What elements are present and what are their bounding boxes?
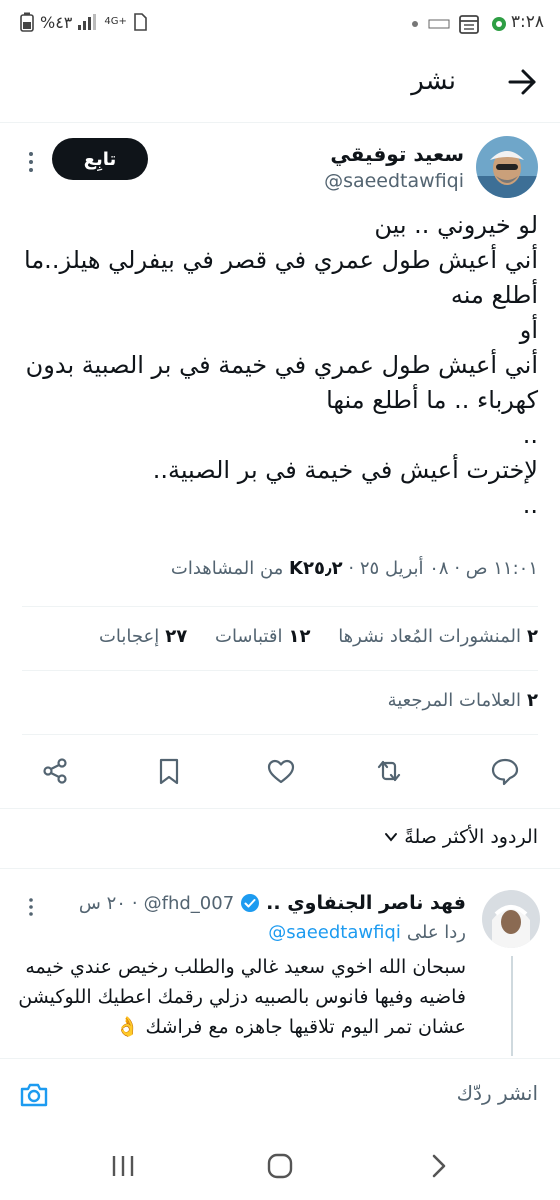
status-right-icons: [410, 13, 510, 35]
tweet-timestamp[interactable]: ١١:٠١ ص · ٠٨ أبريل ٢٥: [360, 558, 538, 579]
reply-text: سبحان الله اخوي سعيد غالي والطلب رخيص عن…: [18, 956, 466, 1038]
meta-divider: [22, 606, 538, 607]
replying-to-handle[interactable]: @saeedtawfiqi: [268, 922, 401, 943]
bookmarks-stat[interactable]: ٢ العلامات المرجعية: [18, 690, 538, 711]
back-nav-icon[interactable]: [424, 1152, 452, 1180]
verified-badge-icon: [241, 894, 260, 912]
engagement-stats: ٢ المنشورات المُعاد نشرها ١٢اقتباسات ٢٧إع…: [18, 626, 538, 647]
status-time: ٣:٢٨: [510, 12, 544, 32]
recent-apps-icon[interactable]: [108, 1152, 138, 1180]
reposts-stat[interactable]: ٢ المنشورات المُعاد نشرها: [338, 626, 538, 647]
page-title: نشر: [411, 66, 456, 96]
actions-divider: [0, 808, 560, 809]
retweet-icon[interactable]: [374, 756, 404, 786]
likes-stat[interactable]: ٢٧إعجابات: [99, 626, 187, 647]
meta-separator: ·: [348, 558, 355, 579]
reply-avatar[interactable]: [482, 890, 540, 948]
follow-button[interactable]: تابِع: [52, 138, 148, 180]
status-left-group: %٤٣ 4G+: [20, 12, 147, 32]
signal-icon: [78, 14, 97, 30]
reply-time: ٢٠ س: [78, 892, 126, 914]
author-handle[interactable]: @saeedtawfiqi: [324, 170, 464, 192]
more-options-icon[interactable]: [24, 150, 38, 174]
author-avatar-image: [476, 136, 538, 198]
replying-to-label: ردا على: [406, 922, 466, 943]
tweet-text: لو خيروني .. بين أني أعيش طول عمري في قص…: [24, 211, 538, 519]
quotes-count: ١٢: [288, 626, 311, 647]
bookmarks-divider: [22, 734, 538, 735]
views-count: K٢٥٫٢: [289, 558, 343, 579]
author-avatar[interactable]: [476, 136, 538, 198]
bookmarks-label: العلامات المرجعية: [387, 690, 521, 711]
likes-count: ٢٧: [165, 626, 188, 647]
battery-icon: [20, 12, 34, 32]
compose-reply-bar: انشر ردّك: [0, 1058, 560, 1130]
bookmark-icon[interactable]: [154, 756, 184, 786]
header-divider: [0, 122, 560, 123]
sar-icon: [428, 19, 450, 29]
views-label: من المشاهدات: [170, 558, 284, 579]
camera-icon[interactable]: [18, 1079, 50, 1111]
reply-author-handle[interactable]: @fhd_007: [144, 893, 235, 914]
chevron-down-icon: [385, 833, 398, 842]
back-arrow-icon[interactable]: [504, 64, 540, 100]
quotes-label: اقتباسات: [215, 626, 283, 647]
system-navigation-bar: [0, 1130, 560, 1200]
reply-icon[interactable]: [490, 756, 520, 786]
reply-header: فهد ناصر الجنفاوي .. @fhd_007 · ٢٠ س: [79, 892, 466, 914]
notification-dot-icon: [412, 21, 418, 27]
home-icon[interactable]: [266, 1152, 294, 1180]
like-icon[interactable]: [266, 756, 296, 786]
reposts-label: المنشورات المُعاد نشرها: [338, 626, 521, 647]
reply-author-name[interactable]: فهد ناصر الجنفاوي ..: [266, 892, 466, 914]
compose-reply-input[interactable]: انشر ردّك: [457, 1081, 538, 1105]
replies-divider: [0, 868, 560, 869]
sim-icon: [134, 13, 147, 31]
reply-dot-separator: ·: [131, 892, 138, 914]
likes-label: إعجابات: [98, 626, 160, 647]
status-bar: %٤٣ 4G+ ٣:٢٨: [0, 0, 560, 50]
reposts-count: ٢: [527, 626, 538, 647]
share-icon[interactable]: [40, 756, 70, 786]
network-type: 4G+: [104, 16, 127, 27]
thread-line: [511, 956, 513, 1056]
replies-sort-label: الردود الأكثر صلةً: [404, 826, 538, 848]
replying-to: ردا على @saeedtawfiqi: [268, 922, 466, 943]
settings-gear-icon: [492, 17, 506, 31]
replies-sort-selector[interactable]: الردود الأكثر صلةً: [384, 826, 538, 848]
author-name[interactable]: سعيد توفيقي: [330, 142, 464, 166]
calendar-icon: [459, 15, 479, 34]
bookmarks-count: ٢: [527, 690, 538, 711]
reply-more-options-icon[interactable]: [24, 896, 38, 918]
battery-percent: %٤٣: [40, 12, 73, 32]
tweet-meta: ١١:٠١ ص · ٠٨ أبريل ٢٥ · K٢٥٫٢ من المشاهد…: [18, 558, 538, 579]
quotes-stat[interactable]: ١٢اقتباسات: [215, 626, 310, 647]
top-app-bar: نشر: [0, 52, 560, 114]
reply-avatar-image: [482, 890, 540, 948]
stats-divider: [22, 670, 538, 671]
